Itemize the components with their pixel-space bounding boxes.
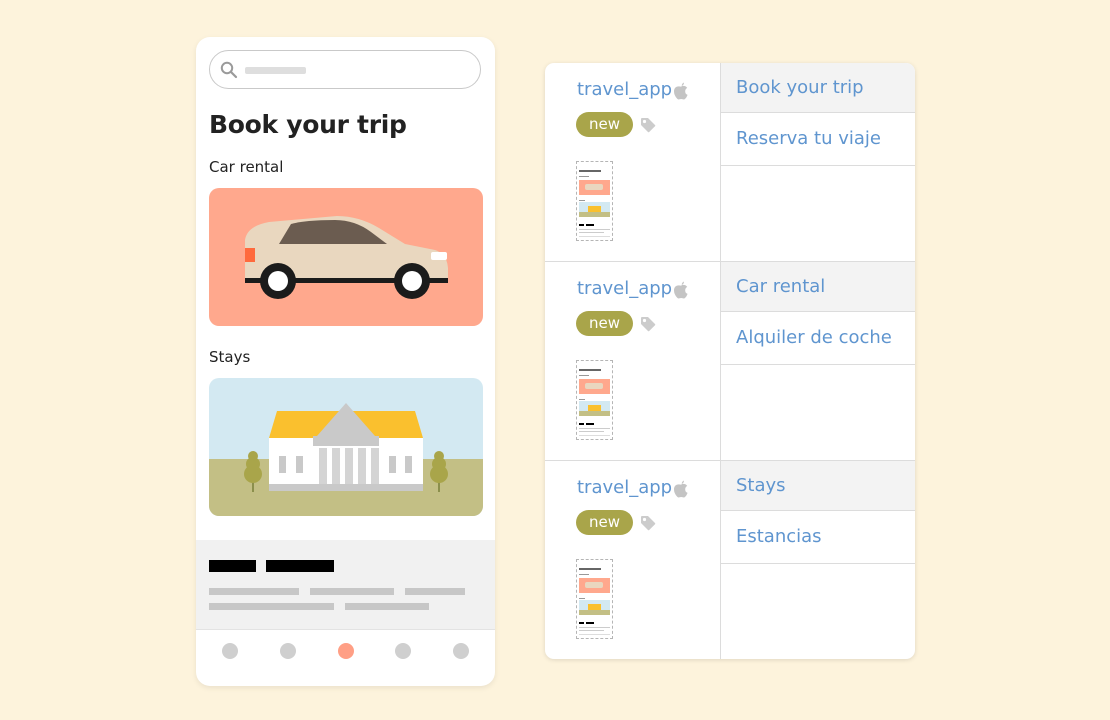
key-name-link[interactable]: travel_app xyxy=(577,79,672,100)
table-row: travel_app new Book your trip Reserva tu… xyxy=(545,63,915,261)
nav-dot-1[interactable] xyxy=(222,643,238,659)
placeholder-block xyxy=(266,560,334,572)
nav-dot-3-active[interactable] xyxy=(338,643,354,659)
thumbnail-preview xyxy=(579,568,610,635)
translation-text-cell[interactable]: Alquiler de coche xyxy=(721,313,915,365)
translation-text-cell[interactable]: Estancias xyxy=(721,512,915,564)
source-text-cell[interactable]: Car rental xyxy=(721,262,915,312)
key-name-link[interactable]: travel_app xyxy=(577,477,672,498)
search-icon xyxy=(220,61,238,79)
translation-table: travel_app new Book your trip Reserva tu… xyxy=(545,63,915,659)
source-text-cell[interactable]: Stays xyxy=(721,461,915,511)
screenshot-thumbnail[interactable] xyxy=(576,559,613,639)
source-text-cell[interactable]: Book your trip xyxy=(721,63,915,113)
placeholder-line xyxy=(310,588,394,595)
thumbnail-preview xyxy=(579,369,610,436)
phone-mockup: Book your trip Car rental Stays xyxy=(196,37,495,686)
placeholder-block xyxy=(209,560,256,572)
section-label-stays: Stays xyxy=(209,348,251,366)
tag-icon[interactable] xyxy=(640,117,656,133)
nav-dot-4[interactable] xyxy=(395,643,411,659)
nav-divider xyxy=(196,629,495,630)
translation-text-cell[interactable]: Reserva tu viaje xyxy=(721,114,915,166)
tag-icon[interactable] xyxy=(640,515,656,531)
apple-icon xyxy=(674,82,688,100)
tag-icon[interactable] xyxy=(640,316,656,332)
placeholder-line xyxy=(209,588,299,595)
search-input[interactable] xyxy=(209,50,481,89)
house-illustration xyxy=(209,403,483,516)
new-badge: new xyxy=(576,510,633,535)
new-badge: new xyxy=(576,112,633,137)
screenshot-thumbnail[interactable] xyxy=(576,161,613,241)
thumbnail-preview xyxy=(579,170,610,237)
car-rental-card[interactable] xyxy=(209,188,483,326)
search-placeholder xyxy=(245,67,306,74)
apple-icon xyxy=(674,480,688,498)
page-title: Book your trip xyxy=(209,110,407,139)
details-placeholder xyxy=(196,540,495,629)
table-row: travel_app new Car rental Alquiler de co… xyxy=(545,261,915,460)
nav-dot-5[interactable] xyxy=(453,643,469,659)
car-illustration xyxy=(245,216,448,299)
placeholder-line xyxy=(209,603,334,610)
section-label-car-rental: Car rental xyxy=(209,158,284,176)
nav-dot-2[interactable] xyxy=(280,643,296,659)
stays-card[interactable] xyxy=(209,378,483,516)
key-name-link[interactable]: travel_app xyxy=(577,278,672,299)
apple-icon xyxy=(674,281,688,299)
screenshot-thumbnail[interactable] xyxy=(576,360,613,440)
placeholder-line xyxy=(345,603,429,610)
table-row: travel_app new Stays Estancias xyxy=(545,460,915,659)
new-badge: new xyxy=(576,311,633,336)
placeholder-line xyxy=(405,588,465,595)
